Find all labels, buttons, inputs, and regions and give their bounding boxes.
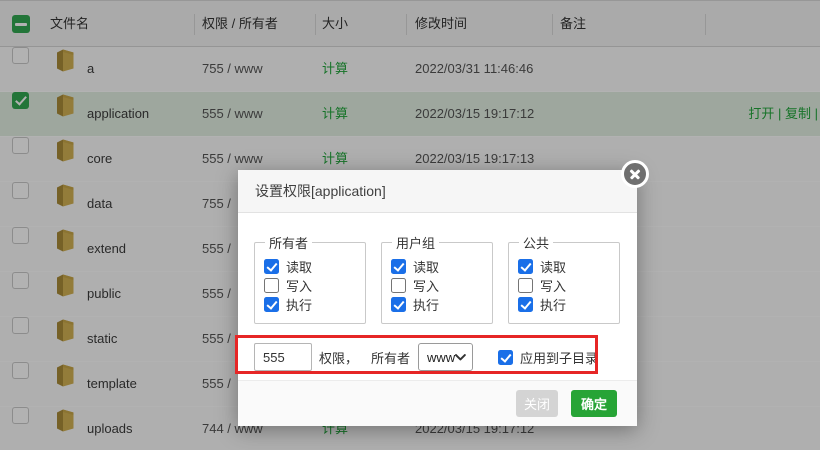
apply-to-subdir-checkbox[interactable]: 应用到子目录	[498, 348, 598, 367]
permission-group: 公共 读取 写入 执行	[508, 233, 620, 324]
permission-checkbox[interactable]: 执行	[391, 295, 492, 314]
permission-checkbox-label: 执行	[413, 295, 439, 314]
dialog-footer: 关闭 确定	[238, 380, 637, 426]
permission-checkbox-label: 读取	[413, 257, 439, 276]
permission-checkbox[interactable]: 写入	[264, 276, 365, 295]
permission-label: 权限，	[319, 348, 358, 367]
owner-select[interactable]: www	[418, 343, 473, 371]
permission-checkbox[interactable]: 读取	[264, 257, 365, 276]
permission-group: 用户组 读取 写入 执行	[381, 233, 493, 324]
permission-checkbox-label: 写入	[286, 276, 312, 295]
permission-value-row: 权限， 所有者 www 应用到子目录	[254, 343, 621, 371]
checkbox-icon	[264, 297, 279, 312]
checkbox-icon	[391, 278, 406, 293]
permission-checkbox[interactable]: 读取	[518, 257, 619, 276]
permission-checkbox-label: 执行	[286, 295, 312, 314]
permission-group-legend: 用户组	[392, 233, 439, 252]
dialog-title-bar: 设置权限[application]	[238, 170, 637, 213]
permission-checkbox[interactable]: 读取	[391, 257, 492, 276]
checkbox-icon	[391, 259, 406, 274]
checkbox-icon	[264, 278, 279, 293]
permission-group: 所有者 读取 写入 执行	[254, 233, 366, 324]
chevron-down-icon	[455, 354, 466, 361]
permission-checkbox-label: 读取	[540, 257, 566, 276]
checkbox-icon	[518, 259, 533, 274]
permission-checkbox-label: 读取	[286, 257, 312, 276]
dialog-body: 所有者 读取 写入 执行 用户组 读取 写入 执行 公共 读取 写入	[238, 233, 637, 371]
checkbox-icon	[391, 297, 406, 312]
apply-to-subdir-label: 应用到子目录	[520, 348, 598, 367]
permission-checkbox[interactable]: 写入	[391, 276, 492, 295]
permission-checkbox-label: 执行	[540, 295, 566, 314]
checkbox-icon	[518, 297, 533, 312]
close-icon[interactable]	[621, 160, 649, 188]
checkbox-icon	[264, 259, 279, 274]
permission-checkbox[interactable]: 执行	[264, 295, 365, 314]
permission-value-input[interactable]	[254, 343, 312, 371]
set-permission-dialog: 设置权限[application] 所有者 读取 写入 执行 用户组 读取 写入…	[238, 170, 637, 426]
permission-groups: 所有者 读取 写入 执行 用户组 读取 写入 执行 公共 读取 写入	[254, 233, 621, 324]
owner-select-value: www	[427, 350, 455, 365]
permission-checkbox-label: 写入	[413, 276, 439, 295]
permission-group-legend: 所有者	[265, 233, 312, 252]
checkbox-icon	[518, 278, 533, 293]
permission-checkbox-label: 写入	[540, 276, 566, 295]
checkbox-checked-icon	[498, 350, 513, 365]
permission-checkbox[interactable]: 执行	[518, 295, 619, 314]
confirm-button[interactable]: 确定	[571, 390, 617, 417]
permission-checkbox[interactable]: 写入	[518, 276, 619, 295]
permission-group-legend: 公共	[519, 233, 553, 252]
close-button[interactable]: 关闭	[516, 390, 558, 417]
dialog-title: 设置权限[application]	[255, 183, 386, 199]
owner-label: 所有者	[371, 348, 410, 367]
